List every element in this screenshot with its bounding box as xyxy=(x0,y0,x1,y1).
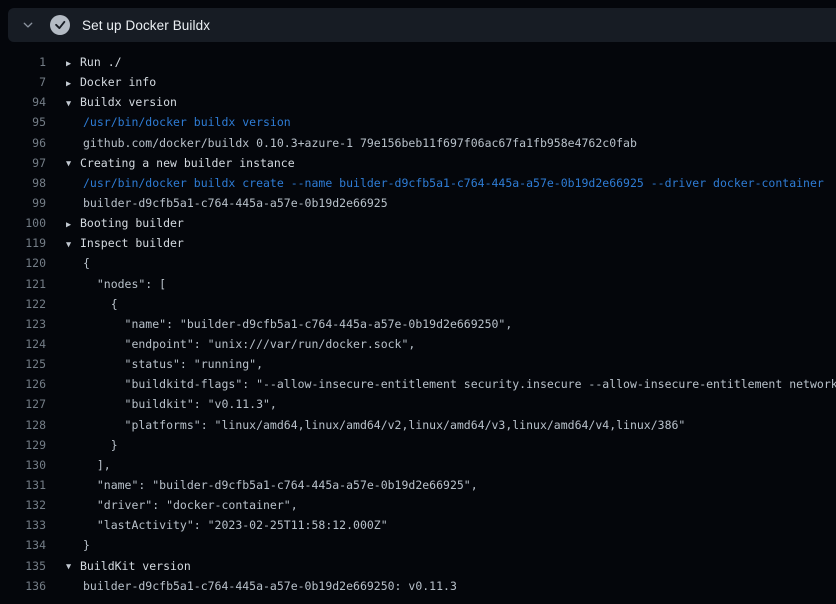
line-number[interactable]: 130 xyxy=(0,455,46,475)
step-header[interactable]: Set up Docker Buildx xyxy=(8,8,836,42)
log-text: "platforms": "linux/amd64,linux/amd64/v2… xyxy=(83,418,685,432)
log-group-row[interactable]: 94 ▼Buildx version xyxy=(0,92,836,112)
line-number[interactable]: 123 xyxy=(0,314,46,334)
line-number[interactable]: 7 xyxy=(0,72,46,92)
log-line: 95/usr/bin/docker buildx version xyxy=(0,112,836,132)
log-text: /usr/bin/docker buildx create --name bui… xyxy=(83,176,824,190)
log-group-row[interactable]: 100 ▶Booting builder xyxy=(0,213,836,233)
log-text: builder-d9cfb5a1-c764-445a-a57e-0b19d2e6… xyxy=(83,579,457,593)
log-line: 134} xyxy=(0,535,836,555)
line-number[interactable]: 97 xyxy=(0,153,46,173)
log-group-row[interactable]: 97 ▼Creating a new builder instance xyxy=(0,153,836,173)
log-line: 130 ], xyxy=(0,455,836,475)
log-text: } xyxy=(83,538,90,552)
check-circle-icon xyxy=(50,15,70,35)
log-line: 120 { xyxy=(0,253,836,273)
log-line: 129 } xyxy=(0,435,836,455)
line-number[interactable]: 132 xyxy=(0,495,46,515)
log-text: Buildx version xyxy=(80,95,177,109)
log-line: 132 "driver": "docker-container", xyxy=(0,495,836,515)
line-number[interactable]: 96 xyxy=(0,133,46,153)
triangle-down-icon: ▼ xyxy=(66,557,80,576)
log-text: "lastActivity": "2023-02-25T11:58:12.000… xyxy=(83,518,388,532)
log-text: Docker info xyxy=(80,75,156,89)
log-text: "nodes": [ xyxy=(83,277,166,291)
line-number[interactable]: 136 xyxy=(0,576,46,596)
line-number[interactable]: 129 xyxy=(0,435,46,455)
line-number[interactable]: 131 xyxy=(0,475,46,495)
line-number[interactable]: 133 xyxy=(0,515,46,535)
log-group-row[interactable]: 135 ▼BuildKit version xyxy=(0,556,836,576)
line-number[interactable]: 95 xyxy=(0,112,46,132)
triangle-right-icon: ▶ xyxy=(66,74,80,93)
log-text: "name": "builder-d9cfb5a1-c764-445a-a57e… xyxy=(83,478,478,492)
step-title: Set up Docker Buildx xyxy=(82,18,210,33)
log-text: "name": "builder-d9cfb5a1-c764-445a-a57e… xyxy=(83,317,512,331)
line-number[interactable]: 99 xyxy=(0,193,46,213)
log-line: 124 "endpoint": "unix:///var/run/docker.… xyxy=(0,334,836,354)
log-line: 99 builder-d9cfb5a1-c764-445a-a57e-0b19d2… xyxy=(0,193,836,213)
line-number[interactable]: 126 xyxy=(0,374,46,394)
log-text: builder-d9cfb5a1-c764-445a-a57e-0b19d2e6… xyxy=(83,196,388,210)
log-text: github.com/docker/buildx 0.10.3+azure-1 … xyxy=(83,136,637,150)
log-text: { xyxy=(83,297,118,311)
log-text: Creating a new builder instance xyxy=(80,156,295,170)
line-number[interactable]: 122 xyxy=(0,294,46,314)
log-text: "buildkitd-flags": "--allow-insecure-ent… xyxy=(83,377,836,391)
triangle-down-icon: ▼ xyxy=(66,94,80,113)
log-text: "driver": "docker-container", xyxy=(83,498,298,512)
log-line: 126 "buildkitd-flags": "--allow-insecure… xyxy=(0,374,836,394)
line-number[interactable]: 124 xyxy=(0,334,46,354)
log-line: 121 "nodes": [ xyxy=(0,274,836,294)
line-number[interactable]: 98 xyxy=(0,173,46,193)
log-line: 127 "buildkit": "v0.11.3", xyxy=(0,394,836,414)
line-number[interactable]: 127 xyxy=(0,394,46,414)
log-line: 131 "name": "builder-d9cfb5a1-c764-445a-… xyxy=(0,475,836,495)
triangle-down-icon: ▼ xyxy=(66,235,80,254)
log-text: "buildkit": "v0.11.3", xyxy=(83,397,277,411)
chevron-down-icon[interactable] xyxy=(20,17,36,33)
log-text: "endpoint": "unix:///var/run/docker.sock… xyxy=(83,337,415,351)
log-line: 133 "lastActivity": "2023-02-25T11:58:12… xyxy=(0,515,836,535)
log-line: 98/usr/bin/docker buildx create --name b… xyxy=(0,173,836,193)
log-group-row[interactable]: 119 ▼Inspect builder xyxy=(0,233,836,253)
log-text: /usr/bin/docker buildx version xyxy=(83,115,291,129)
line-number[interactable]: 120 xyxy=(0,253,46,273)
triangle-down-icon: ▼ xyxy=(66,154,80,173)
log-line: 122 { xyxy=(0,294,836,314)
line-number[interactable]: 1 xyxy=(0,52,46,72)
log-text: "status": "running", xyxy=(83,357,263,371)
log-line: 128 "platforms": "linux/amd64,linux/amd6… xyxy=(0,415,836,435)
line-number[interactable]: 125 xyxy=(0,354,46,374)
log-line: 125 "status": "running", xyxy=(0,354,836,374)
line-number[interactable]: 134 xyxy=(0,535,46,555)
triangle-right-icon: ▶ xyxy=(66,215,80,234)
log-text: BuildKit version xyxy=(80,559,191,573)
line-number[interactable]: 135 xyxy=(0,556,46,576)
log-text: { xyxy=(83,256,90,270)
log-text: Run ./ xyxy=(80,55,122,69)
log-line: 123 "name": "builder-d9cfb5a1-c764-445a-… xyxy=(0,314,836,334)
line-number[interactable]: 100 xyxy=(0,213,46,233)
line-number[interactable]: 94 xyxy=(0,92,46,112)
line-number[interactable]: 128 xyxy=(0,415,46,435)
log-lines: 1▶Run ./7▶Docker info94▼Buildx version95… xyxy=(0,42,836,604)
log-text: Booting builder xyxy=(80,216,184,230)
log-line: 136 builder-d9cfb5a1-c764-445a-a57e-0b19d… xyxy=(0,576,836,596)
log-line: 96 github.com/docker/buildx 0.10.3+azure-… xyxy=(0,133,836,153)
log-group-row[interactable]: 7 ▶Docker info xyxy=(0,72,836,92)
log-group-row[interactable]: 1 ▶Run ./ xyxy=(0,52,836,72)
line-number[interactable]: 119 xyxy=(0,233,46,253)
log-text: } xyxy=(83,438,118,452)
line-number[interactable]: 121 xyxy=(0,274,46,294)
log-text: Inspect builder xyxy=(80,236,184,250)
log-text: ], xyxy=(83,458,111,472)
triangle-right-icon: ▶ xyxy=(66,54,80,73)
